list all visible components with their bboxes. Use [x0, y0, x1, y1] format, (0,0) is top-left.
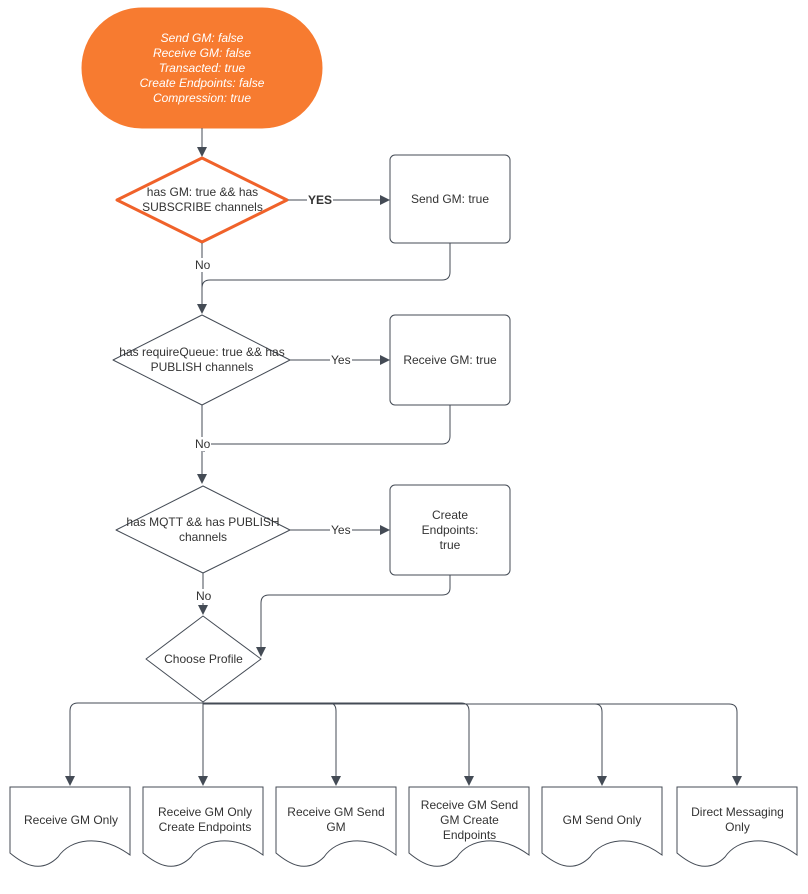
decision-3-yes-label: Yes [330, 523, 352, 537]
start-line-5: Compression: true [152, 90, 252, 105]
decision-1-yes-label: YES [307, 193, 334, 207]
process-2-label: Receive GM: true [403, 352, 497, 367]
edge-p3-merge [256, 575, 451, 657]
flowchart-canvas [9, 7, 798, 867]
decision-3-label: has MQTT && has PUBLISH channels [126, 515, 280, 544]
edge-p2-merge [203, 405, 451, 453]
profile-5-label: GM Send Only [562, 812, 642, 827]
profile-4-label: Receive GM Send GM Create Endpoints [420, 797, 519, 842]
decision-1-no-label: No [194, 258, 212, 272]
start-line-1: Send GM: false [160, 30, 244, 45]
choose-profile-label: Choose Profile [164, 651, 243, 666]
decision-1-label: has GM: true && has SUBSCRIBE channels [142, 185, 263, 214]
start-line-2: Receive GM: false [152, 45, 252, 60]
profile-3-label: Receive GM Send GM [287, 805, 385, 834]
process-1-label: Send GM: true [410, 191, 490, 206]
branch-6 [203, 703, 742, 786]
start-line-3: Transacted: true [158, 60, 246, 75]
decision-3-no-label: No [195, 589, 213, 603]
branch-3 [203, 702, 341, 786]
profile-6-label: Direct Messaging Only [691, 805, 784, 834]
profile-2-label: Receive GM Only Create Endpoints [157, 805, 253, 834]
profile-1-label: Receive GM Only [23, 812, 119, 827]
profile-branches [65, 702, 742, 786]
process-3-label: Create Endpoints: true [421, 507, 479, 552]
branch-5 [203, 703, 607, 786]
decision-2-yes-label: Yes [330, 353, 352, 367]
edge-p1-merge [201, 243, 451, 289]
decision-2-label: has requireQueue: true && has PUBLISH ch… [119, 345, 285, 374]
start-terminal-text: Send GM: false Receive GM: false Transac… [82, 8, 322, 128]
branch-1 [65, 702, 203, 786]
start-line-4: Create Endpoints: false [139, 75, 265, 90]
decision-2-no-label: No [194, 437, 212, 451]
